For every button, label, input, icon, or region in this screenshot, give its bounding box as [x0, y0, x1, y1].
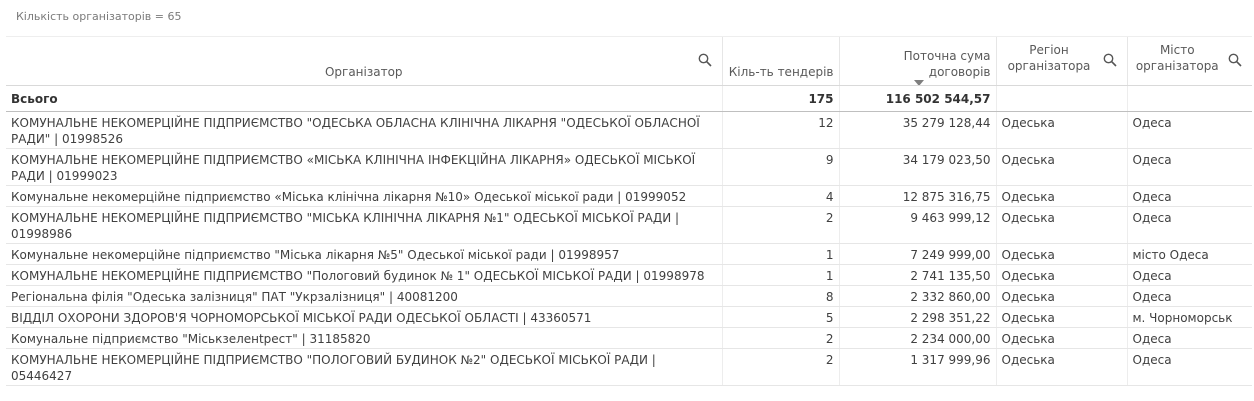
cell-region[interactable]: Одеська — [995, 348, 1127, 386]
cell-region[interactable]: Одеська — [995, 148, 1127, 186]
column-header-city[interactable]: Місто організатора — [1126, 36, 1252, 86]
cell-region[interactable]: Одеська — [995, 243, 1127, 265]
cell-tenders[interactable]: 2 — [721, 327, 839, 349]
column-header-region[interactable]: Регіон організатора — [995, 36, 1127, 86]
total-tenders: 175 — [721, 85, 839, 112]
cell-region[interactable]: Одеська — [995, 285, 1127, 307]
table-row[interactable]: КОМУНАЛЬНЕ НЕКОМЕРЦІЙНЕ ПІДПРИЄМСТВО "ПО… — [6, 348, 1252, 386]
column-header-sum[interactable]: Поточна сума договорів — [838, 36, 996, 86]
cell-organizer[interactable]: КОМУНАЛЬНЕ НЕКОМЕРЦІЙНЕ ПІДПРИЄМСТВО "По… — [6, 264, 722, 286]
table-row[interactable]: КОМУНАЛЬНЕ НЕКОМЕРЦІЙНЕ ПІДПРИЄМСТВО "По… — [6, 264, 1252, 286]
cell-tenders[interactable]: 5 — [721, 306, 839, 328]
cell-sum[interactable]: 2 741 135,50 — [838, 264, 996, 286]
table-row[interactable]: Комунальне підприємство "Міськзеленtрест… — [6, 327, 1252, 349]
cell-city[interactable]: Одеса — [1126, 285, 1252, 307]
cell-city[interactable]: Одеса — [1126, 185, 1252, 207]
cell-tenders[interactable]: 8 — [721, 285, 839, 307]
cell-city[interactable]: Одеса — [1126, 348, 1252, 386]
table-header-row: Організатор Кіль-ть тендерів Поточна сум… — [6, 36, 1252, 86]
cell-city[interactable]: Одеса — [1126, 264, 1252, 286]
table-row[interactable]: Регіональна філія "Одеська залізниця" ПА… — [6, 285, 1252, 307]
cell-tenders[interactable]: 1 — [721, 243, 839, 265]
cell-tenders[interactable]: 2 — [721, 348, 839, 386]
column-header-city-label: Місто організатора — [1135, 43, 1219, 73]
search-icon[interactable] — [1103, 53, 1117, 67]
total-region-cell — [995, 85, 1127, 112]
organizer-count-note: Кількість організаторів = 65 — [16, 10, 182, 23]
cell-sum[interactable]: 2 234 000,00 — [838, 327, 996, 349]
cell-tenders[interactable]: 2 — [721, 206, 839, 244]
cell-tenders[interactable]: 9 — [721, 148, 839, 186]
total-label: Всього — [6, 85, 722, 112]
cell-sum[interactable]: 34 179 023,50 — [838, 148, 996, 186]
cell-city[interactable]: Одеса — [1126, 148, 1252, 186]
column-header-sum-label: Поточна сума договорів — [903, 49, 991, 79]
cell-organizer[interactable]: Комунальне некомерційне підприємство "Мі… — [6, 243, 722, 265]
column-header-organizer[interactable]: Організатор — [6, 36, 722, 86]
cell-tenders[interactable]: 12 — [721, 111, 839, 149]
cell-sum[interactable]: 2 332 860,00 — [838, 285, 996, 307]
table-row[interactable]: КОМУНАЛЬНЕ НЕКОМЕРЦІЙНЕ ПІДПРИЄМСТВО «МІ… — [6, 148, 1252, 186]
cell-city[interactable]: Одеса — [1126, 327, 1252, 349]
total-city-cell — [1126, 85, 1252, 112]
column-header-tenders-label: Кіль-ть тендерів — [728, 65, 834, 79]
column-header-region-label: Регіон організатора — [1007, 43, 1091, 73]
cell-sum[interactable]: 7 249 999,00 — [838, 243, 996, 265]
total-sum: 116 502 544,57 — [838, 85, 996, 112]
cell-region[interactable]: Одеська — [995, 327, 1127, 349]
cell-sum[interactable]: 35 279 128,44 — [838, 111, 996, 149]
organizers-table: Організатор Кіль-ть тендерів Поточна сум… — [6, 36, 1252, 386]
cell-region[interactable]: Одеська — [995, 206, 1127, 244]
table-row[interactable]: ВІДДІЛ ОХОРОНИ ЗДОРОВ'Я ЧОРНОМОРСЬКОЇ МІ… — [6, 306, 1252, 328]
cell-region[interactable]: Одеська — [995, 306, 1127, 328]
cell-region[interactable]: Одеська — [995, 264, 1127, 286]
search-icon[interactable] — [1228, 53, 1242, 67]
cell-organizer[interactable]: КОМУНАЛЬНЕ НЕКОМЕРЦІЙНЕ ПІДПРИЄМСТВО "ПО… — [6, 348, 722, 386]
cell-region[interactable]: Одеська — [995, 185, 1127, 207]
cell-sum[interactable]: 9 463 999,12 — [838, 206, 996, 244]
cell-organizer[interactable]: КОМУНАЛЬНЕ НЕКОМЕРЦІЙНЕ ПІДПРИЄМСТВО «МІ… — [6, 148, 722, 186]
cell-tenders[interactable]: 4 — [721, 185, 839, 207]
table-row[interactable]: Комунальне некомерційне підприємство "Мі… — [6, 243, 1252, 265]
column-header-organizer-label: Організатор — [324, 65, 403, 79]
cell-tenders[interactable]: 1 — [721, 264, 839, 286]
cell-organizer[interactable]: Регіональна філія "Одеська залізниця" ПА… — [6, 285, 722, 307]
cell-city[interactable]: м. Чорноморськ — [1126, 306, 1252, 328]
sort-descending-icon — [913, 80, 924, 85]
totals-row: Всього 175 116 502 544,57 — [6, 85, 1252, 112]
table-row[interactable]: КОМУНАЛЬНЕ НЕКОМЕРЦІЙНЕ ПІДПРИЄМСТВО "ОД… — [6, 111, 1252, 149]
table-row[interactable]: КОМУНАЛЬНЕ НЕКОМЕРЦІЙНЕ ПІДПРИЄМСТВО "МІ… — [6, 206, 1252, 244]
cell-city[interactable]: Одеса — [1126, 111, 1252, 149]
cell-city[interactable]: Одеса — [1126, 206, 1252, 244]
table-row[interactable]: Комунальне некомерційне підприємство «Мі… — [6, 185, 1252, 207]
cell-sum[interactable]: 12 875 316,75 — [838, 185, 996, 207]
cell-city[interactable]: місто Одеса — [1126, 243, 1252, 265]
cell-organizer[interactable]: Комунальне підприємство "Міськзеленtрест… — [6, 327, 722, 349]
cell-organizer[interactable]: КОМУНАЛЬНЕ НЕКОМЕРЦІЙНЕ ПІДПРИЄМСТВО "МІ… — [6, 206, 722, 244]
cell-organizer[interactable]: КОМУНАЛЬНЕ НЕКОМЕРЦІЙНЕ ПІДПРИЄМСТВО "ОД… — [6, 111, 722, 149]
search-icon[interactable] — [698, 53, 712, 67]
cell-organizer[interactable]: Комунальне некомерційне підприємство «Мі… — [6, 185, 722, 207]
cell-sum[interactable]: 1 317 999,96 — [838, 348, 996, 386]
column-header-tenders[interactable]: Кіль-ть тендерів — [721, 36, 839, 86]
cell-sum[interactable]: 2 298 351,22 — [838, 306, 996, 328]
cell-organizer[interactable]: ВІДДІЛ ОХОРОНИ ЗДОРОВ'Я ЧОРНОМОРСЬКОЇ МІ… — [6, 306, 722, 328]
cell-region[interactable]: Одеська — [995, 111, 1127, 149]
